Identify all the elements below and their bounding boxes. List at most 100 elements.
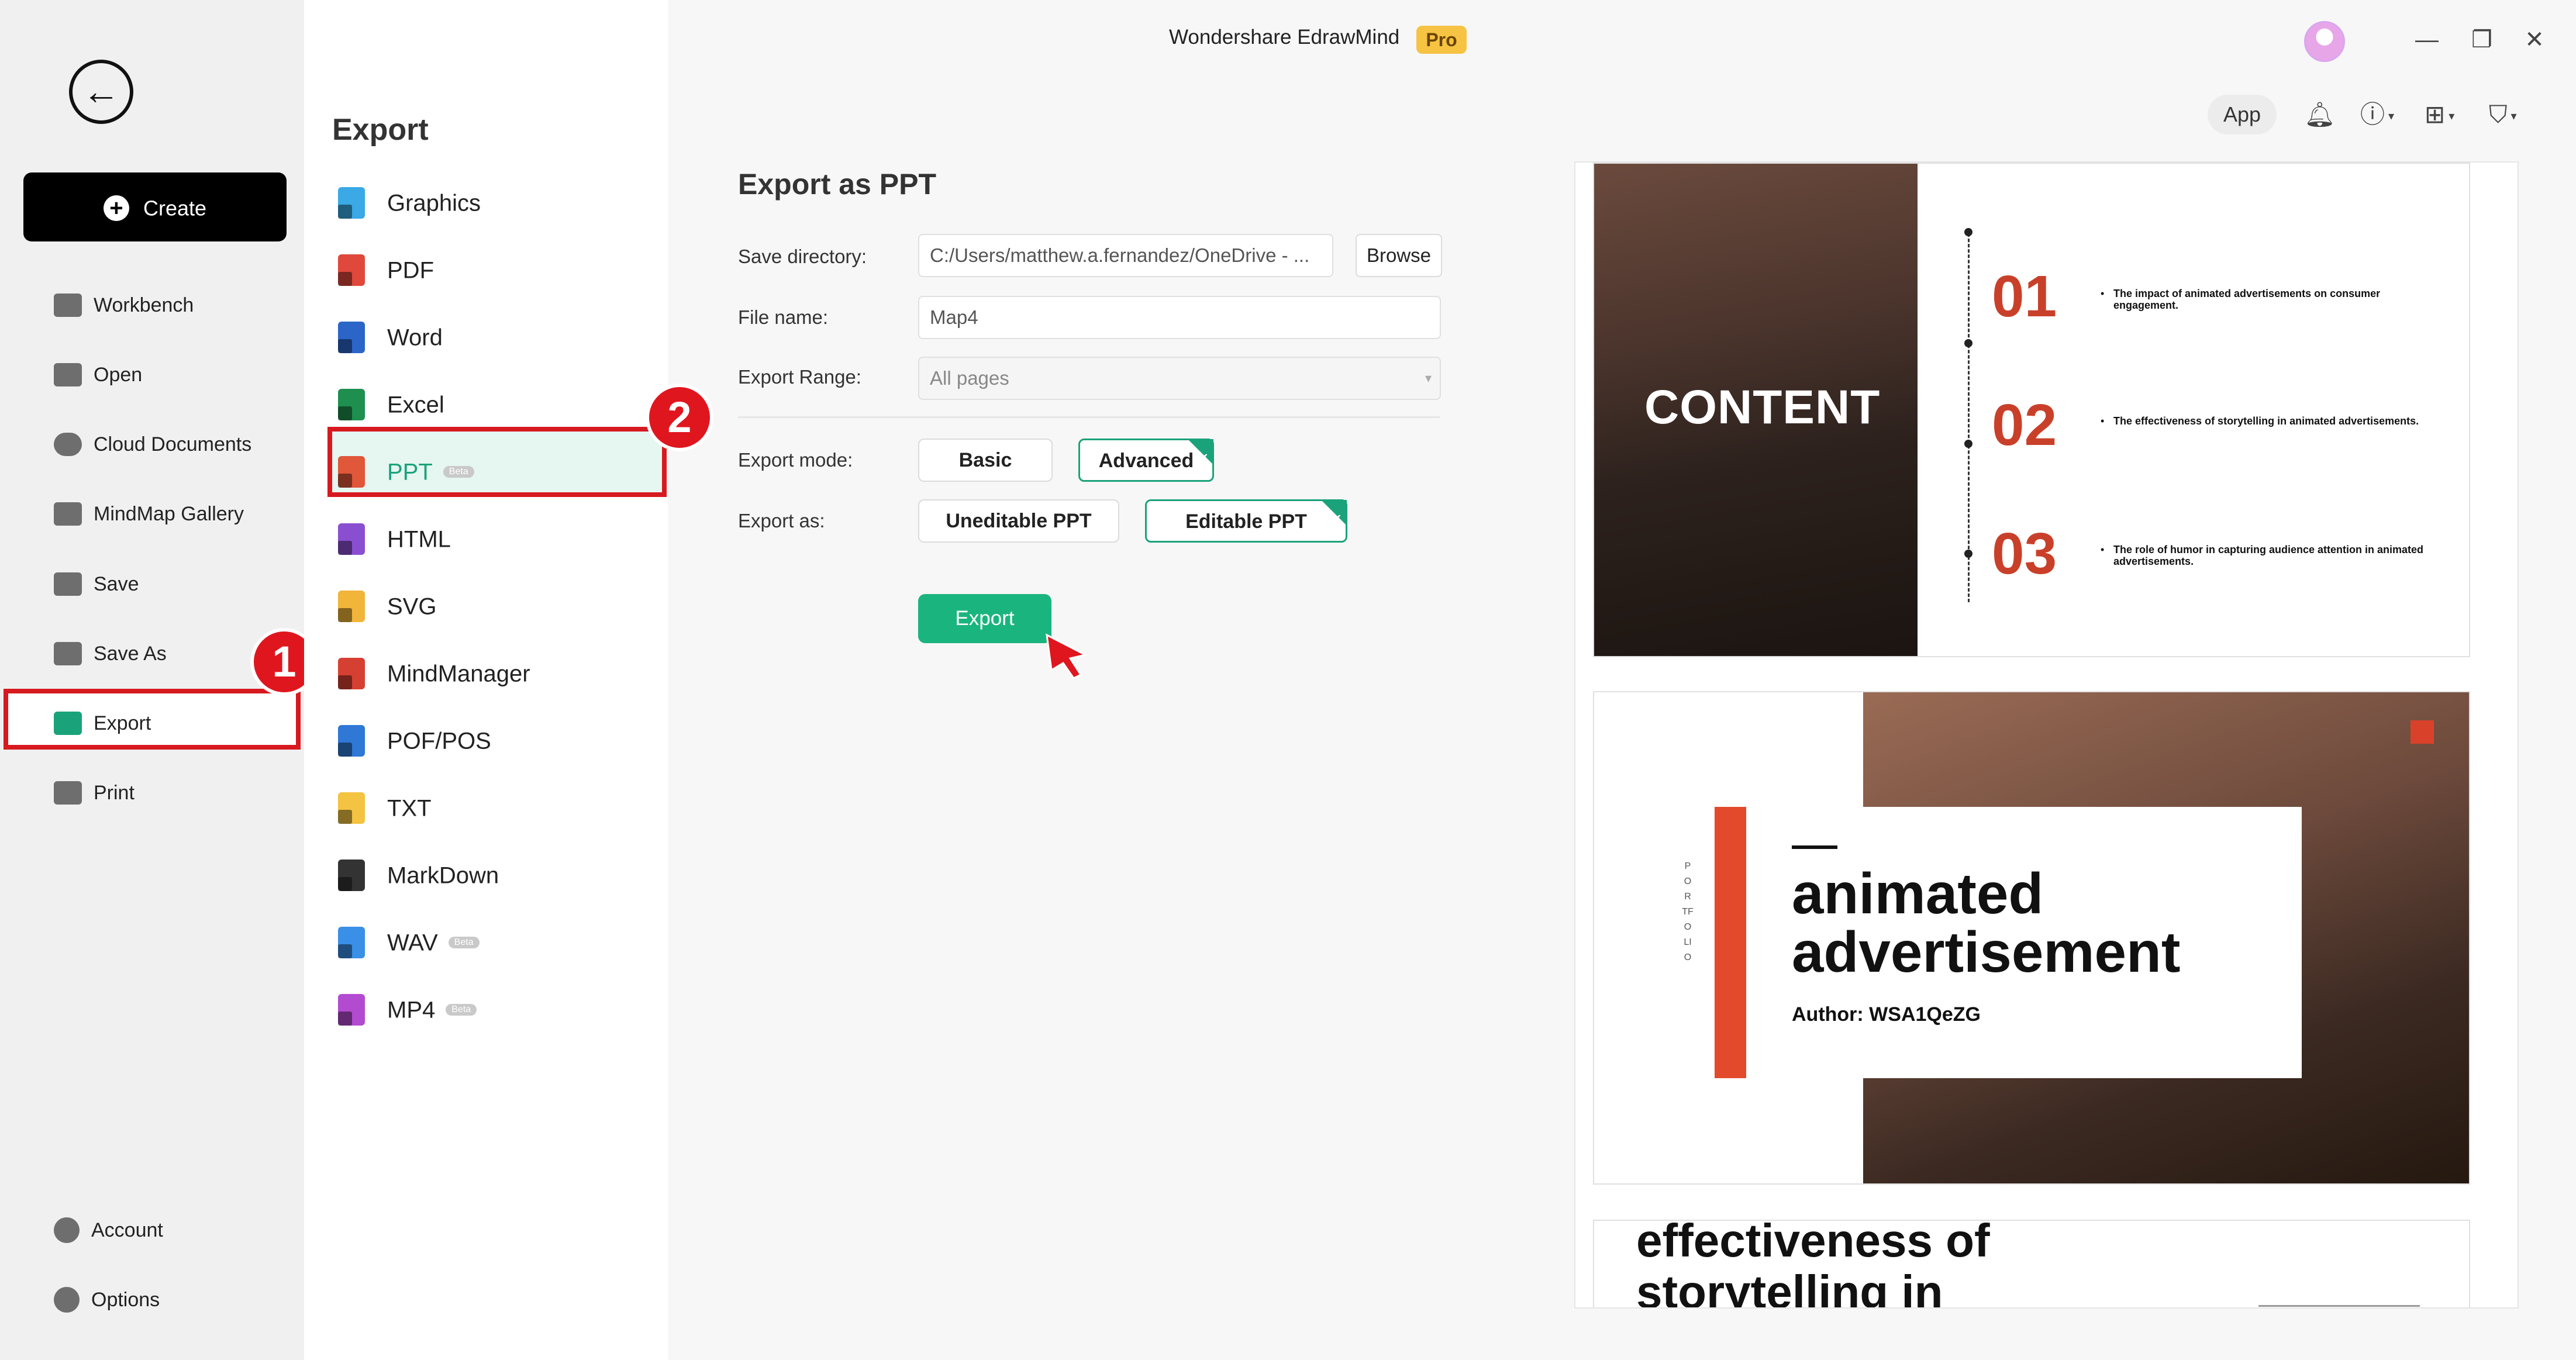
chevron-down-icon: ▾ [1425, 371, 1432, 385]
browse-button[interactable]: Browse [1356, 234, 1442, 277]
slide-item-number: 03 [1992, 521, 2057, 586]
gear-icon [54, 1287, 80, 1313]
mode-advanced-button[interactable]: Advanced [1078, 438, 1214, 482]
timeline-dot [1964, 440, 1972, 448]
apps-grid-icon[interactable]: ⊞ ▾ [2425, 97, 2454, 132]
app-title: Wondershare EdrawMind [1169, 26, 1400, 49]
pof-pos-icon [338, 725, 365, 757]
beta-badge: Beta [448, 937, 480, 949]
slide-preview-3: effectiveness of storytelling in [1593, 1220, 2470, 1309]
format-mindmanager[interactable]: MindManager [338, 652, 642, 693]
txt-icon [338, 792, 365, 824]
preview-panel[interactable]: CONTENT 01 • The impact of animated adve… [1574, 161, 2519, 1309]
plus-icon: + [103, 195, 129, 222]
slide-preview-1: CONTENT 01 • The impact of animated adve… [1593, 163, 2470, 657]
svg-icon [338, 591, 365, 623]
format-pdf[interactable]: PDF [338, 248, 642, 289]
folder-icon [54, 363, 82, 387]
bullet: • [2101, 288, 2105, 299]
export-button[interactable]: Export [918, 594, 1051, 643]
slide-text-line-2: storytelling in [1636, 1266, 1943, 1309]
workbench-icon [54, 294, 82, 317]
app-button[interactable]: App [2208, 95, 2277, 134]
nav-cloud-documents[interactable]: Cloud Documents [54, 426, 299, 461]
back-arrow-icon[interactable]: ← [69, 60, 133, 124]
slide-title: animated advertisement [1792, 864, 2181, 981]
timeline-dot [1964, 339, 1972, 347]
chevron-down-icon: ▾ [2388, 109, 2395, 123]
nav-open[interactable]: Open [54, 356, 299, 391]
save-directory-label: Save directory: [738, 246, 867, 267]
help-icon[interactable]: ⓘ ▾ [2360, 97, 2394, 132]
save-directory-field[interactable]: C:/Users/matthew.a.fernandez/OneDrive - … [918, 234, 1333, 277]
format-svg[interactable]: SVG [338, 585, 642, 626]
create-button[interactable]: + Create [23, 172, 287, 241]
avatar[interactable] [2304, 21, 2345, 62]
slide-item-text: The role of humor in capturing audience … [2113, 544, 2424, 567]
export-as-label: Export as: [738, 510, 825, 531]
mode-basic-button[interactable]: Basic [918, 439, 1053, 482]
restore-icon[interactable]: ❐ [2465, 23, 2498, 56]
export-range-label: Export Range: [738, 366, 861, 388]
slide-preview-2: PORTFOLIO animated advertisement Author:… [1593, 691, 2470, 1185]
format-word[interactable]: Word [338, 316, 642, 357]
vertical-text: PORTFOLIO [1682, 861, 1694, 962]
slide-text: effectiveness of storytelling in [1636, 1220, 1990, 1309]
nav-options[interactable]: Options [54, 1281, 299, 1316]
format-excel[interactable]: Excel [338, 383, 642, 424]
accent-square [2411, 720, 2434, 744]
format-pof-pos[interactable]: POF/POS [338, 719, 642, 760]
divider [738, 416, 1440, 418]
close-icon[interactable]: ✕ [2518, 23, 2551, 56]
slide-heading: CONTENT [1644, 381, 1881, 434]
check-icon [1321, 499, 1347, 540]
format-markdown[interactable]: MarkDown [338, 854, 642, 895]
export-range-value: All pages [930, 367, 1009, 389]
bullet: • [2101, 415, 2105, 427]
excel-icon [338, 389, 365, 421]
timeline-dot [1964, 550, 1972, 558]
slide-item-number: 02 [1992, 392, 2057, 458]
format-wav[interactable]: WAV Beta [338, 921, 642, 962]
gallery-icon [54, 502, 82, 526]
bullet: • [2101, 544, 2105, 555]
format-txt[interactable]: TXT [338, 786, 642, 827]
format-mp4[interactable]: MP4 Beta [338, 988, 642, 1029]
export-icon [54, 712, 82, 736]
slide-item-number: 01 [1992, 264, 2057, 329]
title-dash [1792, 845, 1837, 849]
chevron-down-icon: ▾ [2511, 109, 2517, 123]
pro-badge: Pro [1416, 26, 1467, 54]
slide-author: Author: WSA1QeZG [1792, 1003, 1981, 1026]
account-icon [54, 1217, 80, 1244]
minimize-icon[interactable]: — [2411, 23, 2443, 56]
format-html[interactable]: HTML [338, 517, 642, 558]
check-icon [1188, 438, 1213, 479]
editable-ppt-button[interactable]: Editable PPT [1145, 499, 1347, 543]
accent-bar [1715, 807, 1746, 1078]
nav-save[interactable]: Save [54, 565, 299, 600]
nav-workbench[interactable]: Workbench [54, 287, 299, 322]
export-range-select: All pages ▾ [918, 357, 1441, 400]
cursor-arrow-icon [1046, 633, 1088, 679]
mp4-icon [338, 994, 365, 1026]
slide-item-text: The effectiveness of storytelling in ani… [2113, 415, 2419, 427]
word-icon [338, 322, 365, 354]
nav-account[interactable]: Account [54, 1211, 299, 1247]
timeline-line [1968, 228, 1970, 602]
format-ppt[interactable]: PPT Beta [338, 450, 642, 491]
nav-print[interactable]: Print [54, 774, 299, 809]
print-icon [54, 781, 82, 805]
beta-badge: Beta [443, 466, 474, 478]
export-mode-label: Export mode: [738, 449, 853, 471]
bell-icon[interactable]: 🔔︎ [2304, 97, 2335, 132]
format-graphics[interactable]: Graphics [338, 181, 642, 222]
uneditable-ppt-button[interactable]: Uneditable PPT [918, 499, 1119, 543]
slide-text-line-1: effectiveness of [1636, 1220, 1990, 1266]
pdf-icon [338, 254, 365, 287]
html-icon [338, 523, 365, 555]
shirt-icon[interactable]: ⛉ ▾ [2489, 97, 2517, 132]
file-name-field[interactable]: Map4 [918, 296, 1441, 339]
nav-export[interactable]: Export [54, 705, 299, 740]
nav-mindmap-gallery[interactable]: MindMap Gallery [54, 495, 299, 530]
